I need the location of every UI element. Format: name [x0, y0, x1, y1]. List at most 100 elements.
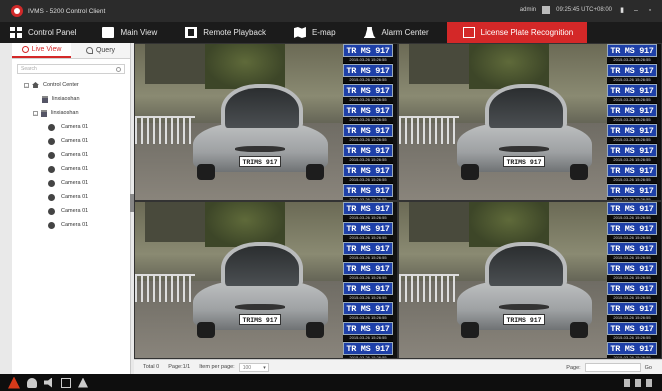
camera-feed: TRIMS 917: [399, 202, 607, 358]
page-jump-input[interactable]: [584, 363, 641, 372]
plate-capture[interactable]: TR MS 917 2015-03-26 15:26:55: [343, 302, 393, 322]
video-tile[interactable]: TRIMS 917 TR MS 917 2015-03-26 15:26:55 TR …: [398, 201, 662, 359]
capture-time: 2015-03-26 15:26:55: [613, 117, 651, 122]
plate-number: TR MS 917: [343, 282, 393, 295]
capture-time: 2015-03-26 15:26:55: [349, 275, 387, 280]
collapse-icon[interactable]: –: [24, 82, 29, 88]
username[interactable]: admin: [520, 7, 536, 13]
plate-capture[interactable]: TR MS 917 2015-03-26 15:26:55: [607, 64, 657, 84]
menu-label: Remote Playback: [203, 28, 266, 37]
display-icon[interactable]: [61, 377, 71, 388]
vehicle-plate: TRIMS 917: [239, 314, 281, 325]
go-button[interactable]: Go: [645, 365, 652, 371]
vehicle-grill: [499, 304, 549, 310]
tree-node-camera[interactable]: Camera 01: [12, 218, 130, 232]
plate-capture[interactable]: TR MS 917 2015-03-26 15:26:55: [343, 202, 393, 222]
plate-number: TR MS 917: [607, 64, 657, 77]
start-icon[interactable]: [8, 376, 20, 389]
plate-capture[interactable]: TR MS 917 2015-03-26 15:26:55: [343, 164, 393, 184]
plate-capture[interactable]: TR MS 917 2015-03-26 15:26:55: [607, 342, 657, 358]
plate-capture[interactable]: TR MS 917 2015-03-26 15:26:55: [343, 64, 393, 84]
tray-icon[interactable]: [624, 378, 630, 387]
vehicle-plate: TRIMS 917: [503, 156, 545, 167]
menu-main-view[interactable]: Main View: [92, 22, 167, 43]
tree-node-camera[interactable]: Camera 01: [12, 120, 130, 134]
alarm-icon: [363, 27, 376, 38]
plate-capture[interactable]: TR MS 917 2015-03-26 15:26:55: [607, 282, 657, 302]
tab-query[interactable]: Query: [71, 43, 130, 58]
camera-label: Camera 01: [61, 222, 89, 228]
vehicle-windshield: [485, 84, 567, 128]
plate-capture[interactable]: TR MS 917 2015-03-26 15:26:55: [607, 44, 657, 64]
lock-icon[interactable]: ▮: [618, 6, 626, 14]
plate-capture[interactable]: TR MS 917 2015-03-26 15:26:55: [343, 282, 393, 302]
video-tile[interactable]: TRIMS 917 TR MS 917 2015-03-26 15:26:55 TR …: [398, 43, 662, 201]
collapse-icon[interactable]: –: [33, 110, 38, 116]
tree-node-area[interactable]: linxiaoshan: [12, 92, 130, 106]
tree-node-camera[interactable]: Camera 01: [12, 162, 130, 176]
plate-number: TR MS 917: [607, 104, 657, 117]
plate-capture[interactable]: TR MS 917 2015-03-26 15:26:55: [607, 222, 657, 242]
page-jump: Page: Go: [566, 363, 652, 372]
tree-node-camera[interactable]: Camera 01: [12, 176, 130, 190]
vehicle-wheel: [197, 322, 215, 338]
plate-capture[interactable]: TR MS 917 2015-03-26 15:26:55: [343, 124, 393, 144]
menu-license-plate-recognition[interactable]: License Plate Recognition: [446, 22, 588, 43]
plate-capture[interactable]: TR MS 917 2015-03-26 15:26:55: [343, 104, 393, 124]
menu-label: E-map: [311, 28, 336, 37]
plate-capture[interactable]: TR MS 917 2015-03-26 15:26:55: [607, 84, 657, 104]
tree-node-area[interactable]: – linxiaoshan: [12, 106, 130, 120]
tree-node-camera[interactable]: Camera 01: [12, 190, 130, 204]
feed-building: [409, 44, 469, 84]
plate-capture[interactable]: TR MS 917 2015-03-26 15:26:55: [343, 144, 393, 164]
tree-node-camera[interactable]: Camera 01: [12, 204, 130, 218]
plate-capture[interactable]: TR MS 917 2015-03-26 15:26:55: [343, 322, 393, 342]
menu-emap[interactable]: E-map: [284, 22, 346, 43]
tab-live-view[interactable]: Live View: [12, 43, 71, 58]
menu-remote-playback[interactable]: Remote Playback: [175, 22, 276, 43]
plate-capture[interactable]: TR MS 917 2015-03-26 15:26:55: [607, 302, 657, 322]
plate-capture[interactable]: TR MS 917 2015-03-26 15:26:55: [607, 202, 657, 222]
plate-capture[interactable]: TR MS 917 2015-03-26 15:26:55: [343, 222, 393, 242]
tray-icon[interactable]: [646, 378, 652, 387]
plate-capture[interactable]: TR MS 917 2015-03-26 15:26:55: [607, 164, 657, 184]
plate-capture[interactable]: TR MS 917 2015-03-26 15:26:55: [343, 342, 393, 358]
alert-icon[interactable]: [78, 377, 88, 388]
menu-alarm-center[interactable]: Alarm Center: [354, 22, 439, 43]
plate-capture[interactable]: TR MS 917 2015-03-26 15:26:55: [343, 262, 393, 282]
speaker-icon[interactable]: [44, 377, 52, 388]
menu-control-panel[interactable]: Control Panel: [0, 22, 86, 43]
plate-number: TR MS 917: [607, 342, 657, 355]
plate-capture[interactable]: TR MS 917 2015-03-26 15:26:55: [607, 124, 657, 144]
search-input[interactable]: Search: [17, 64, 125, 74]
plate-capture[interactable]: TR MS 917 2015-03-26 15:26:55: [343, 84, 393, 104]
minimize-button[interactable]: –: [632, 7, 640, 14]
plate-capture[interactable]: TR MS 917 2015-03-26 15:26:55: [343, 242, 393, 262]
plate-number: TR MS 917: [343, 44, 393, 57]
user-icon[interactable]: [542, 6, 551, 14]
plate-number: TR MS 917: [343, 104, 393, 117]
camera-icon: [48, 137, 55, 145]
camera-label: Camera 01: [61, 180, 89, 186]
tray-icon[interactable]: [635, 378, 641, 387]
maximize-button[interactable]: ▫: [646, 7, 654, 14]
video-tile[interactable]: TRIMS 917 TR MS 917 2015-03-26 15:26:55 TR …: [134, 43, 398, 201]
tree-node-control-center[interactable]: – Control Center: [12, 78, 130, 92]
tree-node-camera[interactable]: Camera 01: [12, 134, 130, 148]
user-icon[interactable]: [27, 377, 37, 388]
plate-capture[interactable]: TR MS 917 2015-03-26 15:26:55: [343, 44, 393, 64]
plate-capture[interactable]: TR MS 917 2015-03-26 15:26:55: [607, 144, 657, 164]
plate-capture[interactable]: TR MS 917 2015-03-26 15:26:55: [607, 104, 657, 124]
search-icon[interactable]: [116, 67, 121, 72]
plate-capture[interactable]: TR MS 917 2015-03-26 15:26:55: [607, 242, 657, 262]
tab-label: Query: [95, 47, 116, 54]
plate-capture[interactable]: TR MS 917 2015-03-26 15:26:55: [607, 262, 657, 282]
plate-capture[interactable]: TR MS 917 2015-03-26 15:26:55: [607, 184, 657, 200]
video-tile[interactable]: TRIMS 917 TR MS 917 2015-03-26 15:26:55 TR …: [134, 201, 398, 359]
plate-capture-list: TR MS 917 2015-03-26 15:26:55 TR MS 917 201…: [607, 202, 657, 358]
plate-capture[interactable]: TR MS 917 2015-03-26 15:26:55: [343, 184, 393, 200]
capture-time: 2015-03-26 15:26:55: [613, 335, 651, 340]
items-per-page-select[interactable]: 100: [238, 362, 269, 372]
plate-capture[interactable]: TR MS 917 2015-03-26 15:26:55: [607, 322, 657, 342]
tree-node-camera[interactable]: Camera 01: [12, 148, 130, 162]
